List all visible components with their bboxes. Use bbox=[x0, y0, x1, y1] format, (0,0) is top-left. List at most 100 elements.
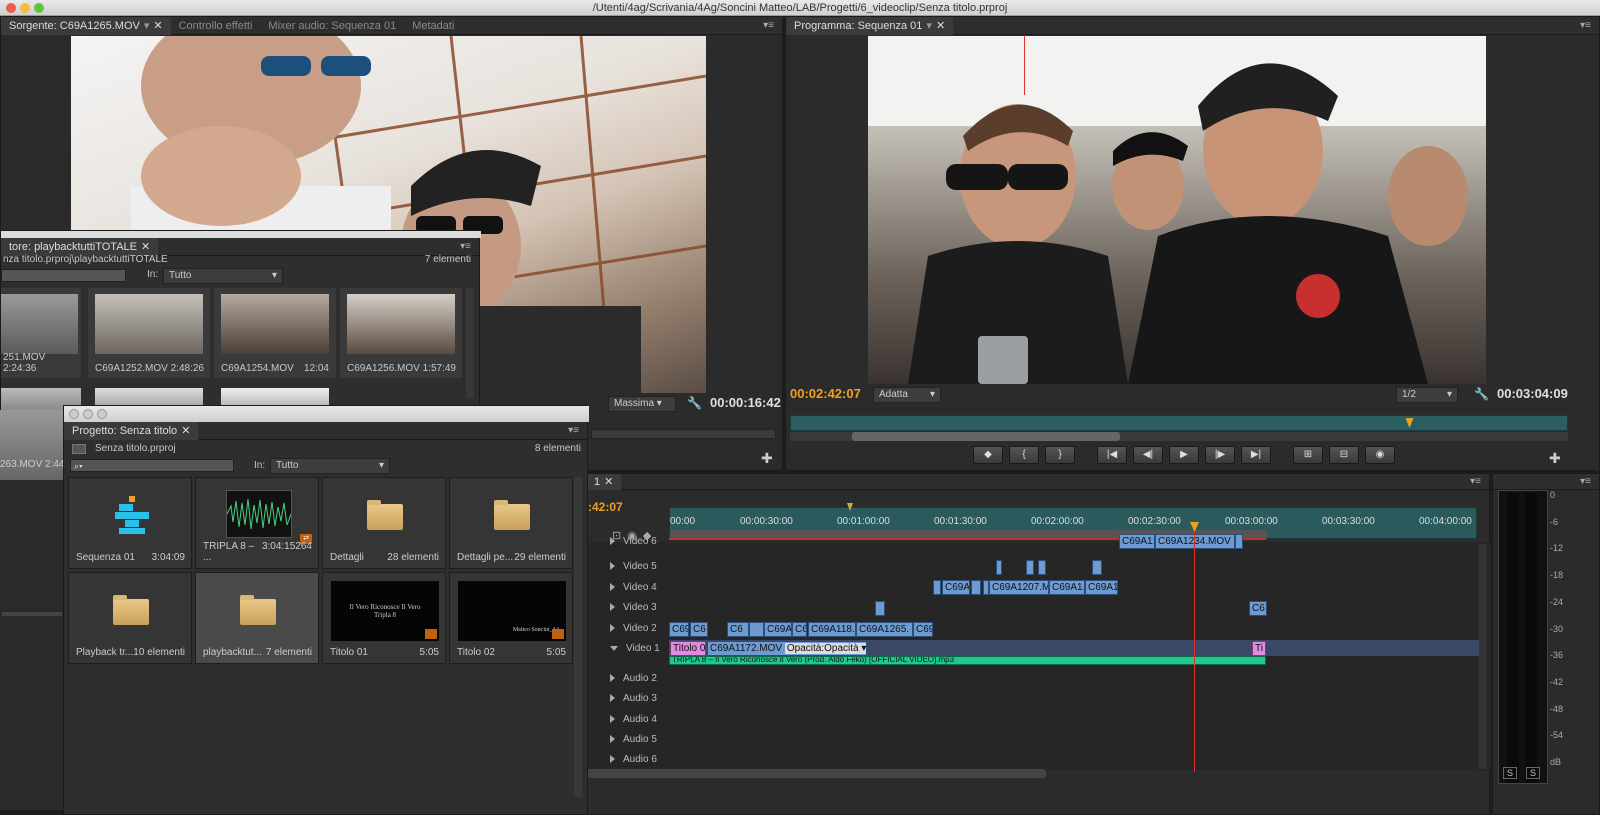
video-clip[interactable] bbox=[1038, 560, 1046, 575]
panel-menu-icon[interactable]: ▾≡ bbox=[1470, 476, 1481, 487]
expand-track-icon[interactable] bbox=[610, 562, 615, 570]
wrench-icon[interactable]: 🔧 bbox=[1474, 387, 1489, 401]
bin-filter-dropdown[interactable]: Tutto ▾ bbox=[163, 268, 283, 284]
track-header[interactable]: Audio 2 bbox=[586, 668, 669, 688]
track-header[interactable]: Video 4 bbox=[586, 577, 669, 597]
video-clip[interactable] bbox=[875, 601, 885, 616]
program-zoom-handle[interactable] bbox=[852, 432, 1120, 441]
bin-item-3[interactable]: C69A1254.MOV 12:04 bbox=[214, 288, 336, 378]
video-clip[interactable] bbox=[1026, 560, 1034, 575]
panel-menu-icon[interactable]: ▾≡ bbox=[763, 20, 774, 31]
expand-track-icon[interactable] bbox=[610, 645, 618, 651]
add-button-icon[interactable]: ✚ bbox=[761, 450, 773, 467]
export-frame-button[interactable]: ◉ bbox=[1365, 446, 1395, 464]
timeline-playhead-line[interactable] bbox=[1194, 524, 1195, 772]
video-clip[interactable]: C69A1: bbox=[1119, 534, 1155, 549]
source-zoom-dropdown[interactable]: Massima ▾ bbox=[608, 396, 676, 412]
title-clip[interactable]: Ti bbox=[1252, 641, 1266, 656]
timeline-ruler[interactable]: 00:00 00:00:30:00 00:01:00:00 00:01:30:00 00… bbox=[669, 503, 1477, 539]
program-resolution-dropdown[interactable]: 1/2 ▾ bbox=[1396, 387, 1458, 403]
project-item-audio[interactable]: ⇄ TRIPLA 8 – ... 3:04:15264 bbox=[195, 477, 319, 569]
program-zoom-bar[interactable] bbox=[790, 432, 1568, 441]
track-header[interactable]: Audio 6 bbox=[586, 749, 669, 769]
go-to-out-button[interactable]: ▶| bbox=[1241, 446, 1271, 464]
solo-right-button[interactable]: S bbox=[1526, 767, 1540, 779]
video-clip[interactable] bbox=[749, 622, 764, 637]
video-clip[interactable]: C6 bbox=[792, 622, 807, 637]
video-clip[interactable]: C6 bbox=[1249, 601, 1267, 616]
panel-menu-icon[interactable]: ▾≡ bbox=[568, 425, 579, 436]
tab-sequence[interactable]: 1 ✕ bbox=[586, 473, 622, 490]
close-tab-icon[interactable]: ✕ bbox=[181, 422, 190, 440]
video-clip[interactable]: C69A1172.MOV Opacità:Opacità ▾ bbox=[707, 641, 867, 656]
wrench-icon[interactable]: 🔧 bbox=[687, 396, 702, 410]
video-clip[interactable] bbox=[971, 580, 981, 595]
video-clip[interactable]: C69A1 bbox=[1085, 580, 1118, 595]
track-header[interactable]: Audio 4 bbox=[586, 709, 669, 729]
step-back-button[interactable]: ◀| bbox=[1133, 446, 1163, 464]
video-clip[interactable] bbox=[1235, 534, 1243, 549]
lift-button[interactable]: ⊞ bbox=[1293, 446, 1323, 464]
track-header[interactable]: Video 5 bbox=[586, 556, 669, 576]
project-item-title-01[interactable]: Il Vero Riconosce Il Vero Tripla 8 Titol… bbox=[322, 572, 446, 664]
source-scrollbar[interactable] bbox=[591, 429, 776, 439]
tab-audio-mixer[interactable]: Mixer audio: Sequenza 01 bbox=[260, 17, 404, 35]
video-clip[interactable]: C69A bbox=[764, 622, 792, 637]
tab-effect-controls[interactable]: Controllo effetti bbox=[171, 17, 261, 35]
expand-track-icon[interactable] bbox=[610, 537, 615, 545]
project-item-folder-playbacktutti[interactable]: playbacktut... 7 elementi bbox=[195, 572, 319, 664]
zoom-window-button[interactable] bbox=[34, 3, 44, 13]
project-item-folder-dettagli-pe[interactable]: Dettagli pe... 29 elementi bbox=[449, 477, 573, 569]
project-scrollbar[interactable] bbox=[574, 477, 582, 797]
project-search-input[interactable]: ⌕▾ bbox=[70, 459, 234, 472]
video-clip[interactable]: C69A1207.M bbox=[989, 580, 1049, 595]
expand-track-icon[interactable] bbox=[610, 674, 615, 682]
track-header[interactable]: Audio 3 bbox=[586, 688, 669, 708]
tab-metadata[interactable]: Metadati bbox=[404, 17, 462, 35]
expand-track-icon[interactable] bbox=[610, 583, 615, 591]
marker-icon[interactable] bbox=[847, 503, 853, 511]
add-button-icon[interactable]: ✚ bbox=[1549, 450, 1561, 467]
video-clip[interactable]: C6 bbox=[727, 622, 749, 637]
track-header[interactable]: Video 2 bbox=[586, 618, 669, 638]
minimize-window-button[interactable] bbox=[83, 409, 93, 419]
panel-menu-icon[interactable]: ▾≡ bbox=[460, 241, 471, 252]
panel-menu-icon[interactable]: ▾≡ bbox=[1580, 20, 1591, 31]
video-clip[interactable]: C6 bbox=[690, 622, 708, 637]
video-clip[interactable]: C69A1234.MOV bbox=[1155, 534, 1235, 549]
tab-bin[interactable]: tore: playbacktuttiTOTALE ✕ bbox=[1, 237, 159, 256]
audio-clip[interactable]: TRIPLA 8 – Il Vero Riconosce Il Vero (Pr… bbox=[669, 656, 1266, 665]
expand-track-icon[interactable] bbox=[610, 715, 615, 723]
extract-button[interactable]: ⊟ bbox=[1329, 446, 1359, 464]
play-button[interactable]: ▶ bbox=[1169, 446, 1199, 464]
program-fit-dropdown[interactable]: Adatta ▾ bbox=[873, 387, 941, 403]
close-tab-icon[interactable]: ✕ bbox=[141, 238, 150, 256]
video-clip[interactable]: C69A1. bbox=[1049, 580, 1085, 595]
source-timecode[interactable]: 00:00:16:42 bbox=[710, 395, 781, 410]
go-to-in-button[interactable]: |◀ bbox=[1097, 446, 1127, 464]
track-header[interactable]: Video 6 bbox=[586, 534, 669, 548]
project-item-sequence[interactable]: Sequenza 01 3:04:09 bbox=[68, 477, 192, 569]
track-header[interactable]: Video 1 bbox=[586, 638, 669, 658]
solo-left-button[interactable]: S bbox=[1503, 767, 1517, 779]
zoom-window-button[interactable] bbox=[97, 409, 107, 419]
bin-item-1[interactable]: 251.MOV 2:24:36 bbox=[1, 288, 81, 378]
timeline-current-timecode[interactable]: :42:07 bbox=[588, 500, 623, 514]
add-marker-button[interactable]: ◆ bbox=[973, 446, 1003, 464]
bin-scrollbar[interactable] bbox=[466, 288, 474, 398]
video-clip[interactable]: C69A bbox=[942, 580, 970, 595]
project-item-title-02[interactable]: Matteo Soncini_4A Titolo 02 5:05 bbox=[449, 572, 573, 664]
project-filter-dropdown[interactable]: Tutto ▾ bbox=[270, 458, 390, 474]
close-tab-icon[interactable]: ✕ bbox=[936, 17, 945, 35]
expand-track-icon[interactable] bbox=[610, 735, 615, 743]
timeline-zoom-scrollbar[interactable] bbox=[586, 769, 1046, 778]
expand-track-icon[interactable] bbox=[610, 755, 615, 763]
video-clip[interactable]: C69 bbox=[669, 622, 689, 637]
mark-in-button[interactable]: { bbox=[1009, 446, 1039, 464]
program-playhead[interactable] bbox=[1405, 418, 1414, 428]
bin-search-input[interactable] bbox=[1, 269, 126, 282]
panel-menu-icon[interactable]: ▾≡ bbox=[1580, 476, 1591, 487]
close-window-button[interactable] bbox=[6, 3, 16, 13]
project-item-folder-dettagli[interactable]: Dettagli 28 elementi bbox=[322, 477, 446, 569]
expand-track-icon[interactable] bbox=[610, 603, 615, 611]
